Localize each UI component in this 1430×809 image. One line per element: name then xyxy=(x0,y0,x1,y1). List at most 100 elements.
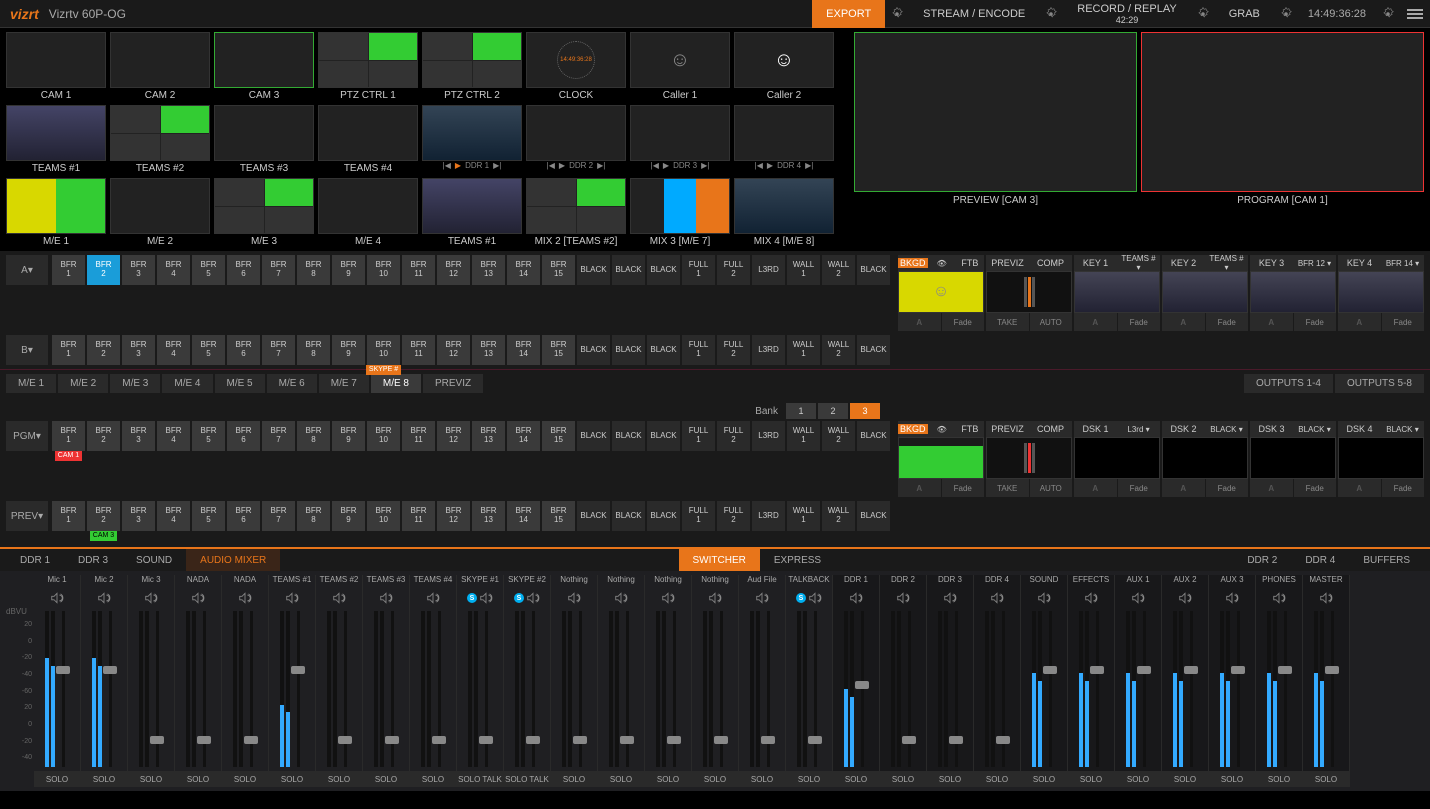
switcher-btn-black[interactable]: BLACK xyxy=(647,335,680,365)
speaker-icon[interactable] xyxy=(849,589,863,607)
solo-button[interactable]: SOLO xyxy=(974,771,1020,787)
switcher-btn-bfr-15[interactable]: BFR15 xyxy=(542,501,575,531)
btab-sound[interactable]: SOUND xyxy=(122,549,186,571)
switcher-btn-bfr-12[interactable]: BFR12 xyxy=(437,335,470,365)
source-m-e-1[interactable]: M/E 1 xyxy=(6,178,106,247)
speaker-icon[interactable]: S xyxy=(514,589,540,607)
fader[interactable] xyxy=(1137,611,1151,767)
solo-button[interactable]: SOLO xyxy=(1209,771,1255,787)
switcher-btn-black[interactable]: BLACK xyxy=(577,421,610,451)
stream-button[interactable]: STREAM / ENCODE xyxy=(909,0,1039,28)
fader[interactable] xyxy=(338,611,352,767)
solo-button[interactable]: SOLO xyxy=(1115,771,1161,787)
switcher-btn-bfr-11[interactable]: BFR11 xyxy=(402,421,435,451)
fader[interactable] xyxy=(902,611,916,767)
switcher-btn-bfr-15[interactable]: BFR15 xyxy=(542,335,575,365)
fader[interactable] xyxy=(573,611,587,767)
speaker-icon[interactable] xyxy=(332,589,346,607)
switcher-btn-bfr-1[interactable]: BFR1CAM 1 xyxy=(52,421,85,451)
switcher-btn-bfr-6[interactable]: BFR6 xyxy=(227,335,260,365)
switcher-btn-full-2[interactable]: FULL2 xyxy=(717,335,750,365)
btab-ddr-4[interactable]: DDR 4 xyxy=(1291,549,1349,571)
switcher-btn-bfr-12[interactable]: BFR12 xyxy=(437,421,470,451)
fader[interactable] xyxy=(1278,611,1292,767)
switcher-btn-bfr-3[interactable]: BFR3 xyxy=(122,501,155,531)
fader[interactable] xyxy=(949,611,963,767)
speaker-icon[interactable] xyxy=(990,589,1004,607)
record-gear-icon[interactable] xyxy=(1191,0,1215,28)
switcher-btn-black[interactable]: BLACK xyxy=(577,335,610,365)
speaker-icon[interactable] xyxy=(1319,589,1333,607)
switcher-btn-black[interactable]: BLACK xyxy=(647,255,680,285)
switcher-btn-bfr-1[interactable]: BFR1 xyxy=(52,501,85,531)
solo-button[interactable]: SOLO xyxy=(1303,771,1349,787)
solo-button[interactable]: SOLO xyxy=(269,771,315,787)
solo-button[interactable]: SOLO xyxy=(692,771,738,787)
fader[interactable] xyxy=(1231,611,1245,767)
btab-ddr-1[interactable]: DDR 1 xyxy=(6,549,64,571)
me-tab-2[interactable]: M/E 3 xyxy=(110,374,160,393)
me-tab-5[interactable]: M/E 6 xyxy=(267,374,317,393)
switcher-btn-wall-2[interactable]: WALL2 xyxy=(822,501,855,531)
source-cam-3[interactable]: CAM 3 xyxy=(214,32,314,101)
output-tab[interactable]: OUTPUTS 5-8 xyxy=(1335,374,1424,393)
switcher-btn-black[interactable]: BLACK xyxy=(612,335,645,365)
solo-button[interactable]: SOLO xyxy=(34,771,80,787)
bank-2[interactable]: 2 xyxy=(818,403,848,419)
switcher-btn-bfr-7[interactable]: BFR7 xyxy=(262,501,295,531)
source-teams--1[interactable]: TEAMS #1 xyxy=(422,178,522,247)
switcher-btn-full-1[interactable]: FULL1 xyxy=(682,255,715,285)
source-caller-2[interactable]: ☺Caller 2 xyxy=(734,32,834,101)
export-button[interactable]: EXPORT xyxy=(812,0,885,28)
speaker-icon[interactable] xyxy=(1178,589,1192,607)
speaker-icon[interactable] xyxy=(97,589,111,607)
source-m-e-3[interactable]: M/E 3 xyxy=(214,178,314,247)
transport-controls[interactable]: |◀▶DDR 3▶| xyxy=(630,161,730,172)
btab-buffers[interactable]: BUFFERS xyxy=(1349,549,1424,571)
me-tab-6[interactable]: M/E 7 xyxy=(319,374,369,393)
program-monitor[interactable]: PROGRAM [CAM 1] xyxy=(1141,32,1424,247)
switcher-btn-wall-2[interactable]: WALL2 xyxy=(822,421,855,451)
solo-button[interactable]: SOLO xyxy=(363,771,409,787)
switcher-btn-bfr-7[interactable]: BFR7 xyxy=(262,421,295,451)
switcher-btn-bfr-10[interactable]: BFR10 xyxy=(367,255,400,285)
switcher-btn-wall-1[interactable]: WALL1 xyxy=(787,335,820,365)
fader[interactable] xyxy=(103,611,117,767)
source-ddr-2[interactable]: |◀▶DDR 2▶| xyxy=(526,105,626,174)
switcher-btn-bfr-2[interactable]: BFR2CAM 3 xyxy=(87,501,120,531)
solo-button[interactable]: SOLO xyxy=(175,771,221,787)
speaker-icon[interactable] xyxy=(144,589,158,607)
source-mix-3--m-e-7-[interactable]: MIX 3 [M/E 7] xyxy=(630,178,730,247)
btab-switcher[interactable]: SWITCHER xyxy=(679,549,760,571)
switcher-btn-full-1[interactable]: FULL1 xyxy=(682,335,715,365)
fader[interactable] xyxy=(432,611,446,767)
fader[interactable] xyxy=(761,611,775,767)
fader[interactable] xyxy=(808,611,822,767)
speaker-icon[interactable] xyxy=(896,589,910,607)
source-ptz-ctrl-1[interactable]: PTZ CTRL 1 xyxy=(318,32,418,101)
speaker-icon[interactable] xyxy=(1037,589,1051,607)
switcher-btn-bfr-13[interactable]: BFR13 xyxy=(472,335,505,365)
pgm-label[interactable]: PGM ▾ xyxy=(6,421,48,451)
speaker-icon[interactable] xyxy=(238,589,252,607)
switcher-btn-bfr-8[interactable]: BFR8 xyxy=(297,335,330,365)
solo-button[interactable]: SOLO xyxy=(739,771,785,787)
switcher-btn-black[interactable]: BLACK xyxy=(647,421,680,451)
btab-express[interactable]: EXPRESS xyxy=(760,549,835,571)
solo-button[interactable]: SOLO xyxy=(551,771,597,787)
switcher-btn-bfr-8[interactable]: BFR8 xyxy=(297,255,330,285)
source-ptz-ctrl-2[interactable]: PTZ CTRL 2 xyxy=(422,32,522,101)
fader[interactable] xyxy=(385,611,399,767)
switcher-btn-bfr-4[interactable]: BFR4 xyxy=(157,421,190,451)
switcher-btn-bfr-5[interactable]: BFR5 xyxy=(192,335,225,365)
speaker-icon[interactable]: S xyxy=(796,589,822,607)
speaker-icon[interactable] xyxy=(1084,589,1098,607)
switcher-btn-bfr-13[interactable]: BFR13 xyxy=(472,501,505,531)
speaker-icon[interactable]: S xyxy=(467,589,493,607)
switcher-btn-bfr-14[interactable]: BFR14 xyxy=(507,501,540,531)
solo-button[interactable]: SOLO xyxy=(645,771,691,787)
switcher-btn-bfr-6[interactable]: BFR6 xyxy=(227,421,260,451)
switcher-btn-bfr-10[interactable]: BFR10 xyxy=(367,501,400,531)
switcher-btn-bfr-5[interactable]: BFR5 xyxy=(192,501,225,531)
solo-button[interactable]: SOLO xyxy=(81,771,127,787)
